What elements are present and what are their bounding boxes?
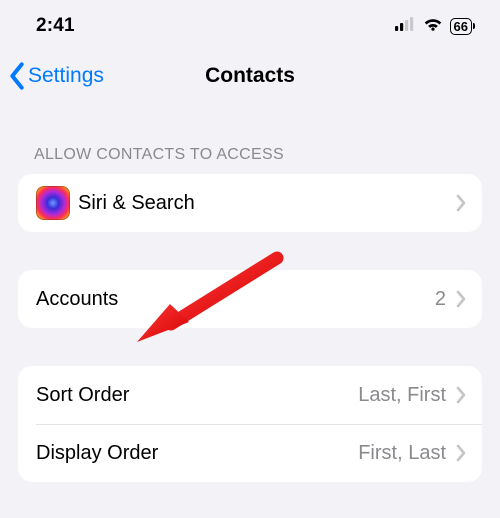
back-button[interactable]: Settings	[8, 62, 104, 90]
row-sort-order[interactable]: Sort Order Last, First	[18, 366, 482, 424]
status-right: 66	[395, 17, 472, 36]
page-title: Contacts	[205, 64, 295, 88]
status-bar: 2:41 66	[0, 0, 500, 52]
row-display-order[interactable]: Display Order First, Last	[18, 424, 482, 482]
wifi-icon	[423, 17, 443, 36]
battery-indicator: 66	[450, 18, 472, 35]
chevron-right-icon	[456, 290, 466, 308]
group-accounts: Accounts 2	[18, 270, 482, 328]
section-header-allow: ALLOW CONTACTS TO ACCESS	[18, 118, 482, 174]
row-label: Display Order	[36, 442, 358, 465]
chevron-right-icon	[456, 444, 466, 462]
cellular-icon	[395, 17, 416, 36]
chevron-right-icon	[456, 194, 466, 212]
row-label: Sort Order	[36, 384, 358, 407]
back-label: Settings	[28, 64, 104, 88]
group-siri: Siri & Search	[18, 174, 482, 232]
row-label: Siri & Search	[78, 192, 456, 215]
battery-level: 66	[454, 20, 468, 33]
row-value: Last, First	[358, 384, 446, 407]
chevron-right-icon	[456, 386, 466, 404]
content: ALLOW CONTACTS TO ACCESS Siri & Search A…	[0, 100, 500, 482]
status-time: 2:41	[36, 15, 75, 37]
row-label: Accounts	[36, 288, 435, 311]
navigation-bar: Settings Contacts	[0, 52, 500, 100]
row-value: 2	[435, 288, 446, 311]
group-order: Sort Order Last, First Display Order Fir…	[18, 366, 482, 482]
row-value: First, Last	[358, 442, 446, 465]
row-siri-search[interactable]: Siri & Search	[18, 174, 482, 232]
siri-icon	[36, 186, 70, 220]
icon-slot	[36, 186, 78, 220]
chevron-left-icon	[8, 62, 26, 90]
row-accounts[interactable]: Accounts 2	[18, 270, 482, 328]
